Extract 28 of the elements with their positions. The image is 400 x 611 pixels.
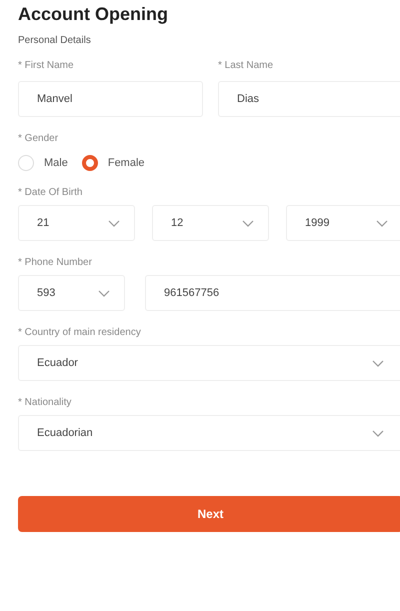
dropdown-field[interactable]: Ecuador — [18, 345, 400, 381]
radio-option[interactable]: Male — [18, 155, 68, 171]
radio-option[interactable]: Female — [82, 155, 145, 171]
field-label: * First Name — [18, 60, 75, 71]
dropdown-field[interactable]: Ecuadorian — [18, 415, 400, 451]
field-label: * Date Of Birth — [18, 187, 82, 198]
input-field[interactable]: Dias — [218, 81, 400, 117]
radio-button[interactable] — [82, 155, 98, 171]
dropdown-field[interactable]: 1999 — [286, 205, 400, 241]
dropdown-field[interactable]: 12 — [152, 205, 269, 241]
chevron-down-icon — [372, 430, 384, 436]
chevron-down-icon — [108, 220, 120, 226]
section-subtitle: Personal Details — [18, 35, 91, 46]
next-button[interactable]: Next — [18, 496, 400, 532]
chevron-down-icon — [98, 290, 110, 296]
page-title: Account Opening — [18, 4, 168, 25]
input-field[interactable]: Manvel — [18, 81, 203, 117]
field-label: * Phone Number — [18, 257, 92, 268]
dropdown-field[interactable]: 593 — [18, 275, 125, 311]
chevron-down-icon — [372, 360, 384, 366]
field-label: * Last Name — [218, 60, 274, 71]
input-field[interactable]: 961567756 — [145, 275, 400, 311]
dropdown-field[interactable]: 21 — [18, 205, 135, 241]
field-label: * Nationality — [18, 397, 72, 408]
chevron-down-icon — [242, 220, 254, 226]
field-label: * Gender — [18, 133, 58, 144]
field-label: * Country of main residency — [18, 327, 141, 338]
chevron-down-icon — [376, 220, 388, 226]
